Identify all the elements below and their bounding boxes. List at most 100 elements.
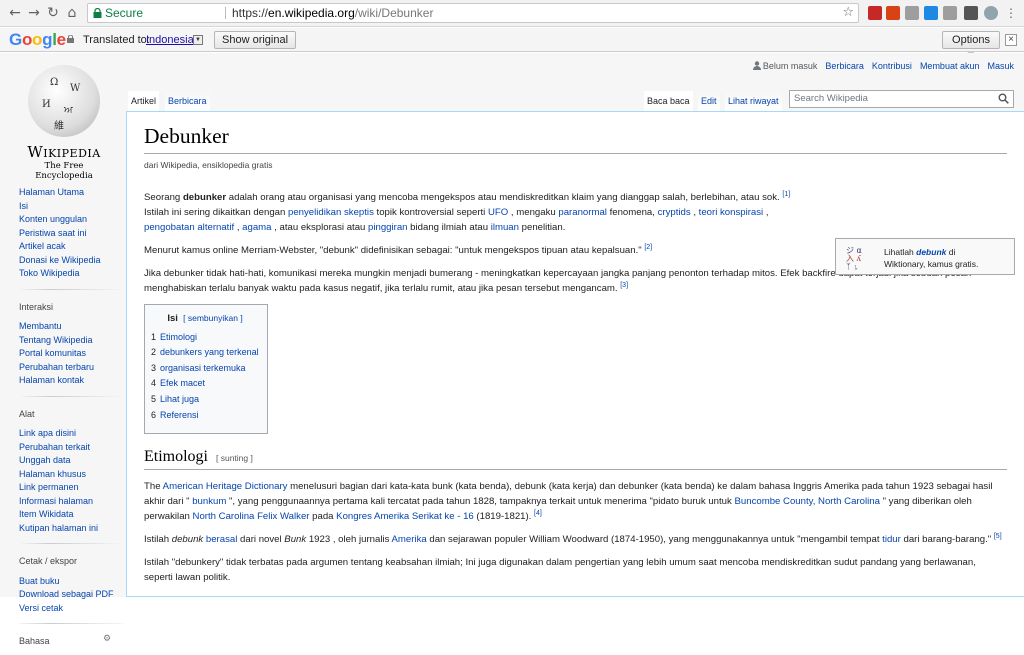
create-account-link[interactable]: Membuat akun xyxy=(920,61,980,71)
search-input[interactable]: Search Wikipedia xyxy=(789,90,1014,108)
sidebar-item-cetak-2[interactable]: Versi cetak xyxy=(19,602,123,616)
wikipedia-logo[interactable]: ΩWИਅ維 Wikipedia The Free Encyclopedia xyxy=(18,65,110,181)
tab-edit[interactable]: Edit xyxy=(698,91,720,111)
sidebar-item-interaksi-1[interactable]: Tentang Wikipedia xyxy=(19,334,123,348)
extension-icon[interactable] xyxy=(964,6,978,20)
translate-extension-icon[interactable] xyxy=(924,6,938,20)
sidebar-item-alat-4[interactable]: Link permanen xyxy=(19,481,123,495)
text: adalah orang atau organisasi yang mencob… xyxy=(226,192,783,203)
tab-read[interactable]: Baca baca xyxy=(644,91,693,111)
link-ufo[interactable]: UFO xyxy=(488,207,508,218)
link-felix-walker[interactable]: Felix Walker xyxy=(257,511,309,522)
talk-link[interactable]: Berbicara xyxy=(825,61,864,71)
extension-icon[interactable] xyxy=(984,6,998,20)
sidebar-item-alat-2[interactable]: Unggah data xyxy=(19,454,123,468)
link-cryptids[interactable]: cryptids xyxy=(658,207,691,218)
address-bar[interactable]: Secure https://en.wikipedia.org/wiki/Deb… xyxy=(87,3,859,23)
sidebar-item-cetak-0[interactable]: Buat buku xyxy=(19,575,123,589)
link-alternative-medicine[interactable]: pengobatan alternatif xyxy=(144,222,234,233)
edit-link-text[interactable]: [ sunting ] xyxy=(216,453,253,463)
link-amerika[interactable]: Amerika xyxy=(392,534,427,545)
sidebar-item-alat-0[interactable]: Link apa disini xyxy=(19,427,123,441)
show-original-button[interactable]: Show original xyxy=(214,31,297,49)
tab-history[interactable]: Lihat riwayat xyxy=(725,91,782,111)
link-paranormal[interactable]: paranormal xyxy=(558,207,607,218)
toc-link[interactable]: Referensi xyxy=(160,410,199,420)
close-icon[interactable]: × xyxy=(1005,34,1017,46)
text: , xyxy=(690,207,699,218)
toc-link[interactable]: Etimologi xyxy=(160,332,197,342)
text: Seorang xyxy=(144,192,183,203)
toc-item[interactable]: 4 Efek macet xyxy=(151,376,259,392)
link-north-carolina[interactable]: North Carolina xyxy=(193,511,255,522)
toc-item[interactable]: 3 organisasi terkemuka xyxy=(151,361,259,377)
link-fringe[interactable]: pinggiran xyxy=(368,222,407,233)
link-conspiracy[interactable]: teori konspirasi xyxy=(699,207,764,218)
wiktionary-post: di xyxy=(946,247,956,257)
back-icon[interactable]: ← xyxy=(6,4,24,22)
tab-talk[interactable]: Berbicara xyxy=(165,91,210,111)
gear-icon[interactable]: ⚙ xyxy=(103,633,111,647)
sidebar-item-main-6[interactable]: Toko Wikipedia xyxy=(19,267,123,281)
toc-link[interactable]: Efek macet xyxy=(160,378,205,388)
contributions-link[interactable]: Kontribusi xyxy=(872,61,912,71)
sidebar-item-main-0[interactable]: Halaman Utama xyxy=(19,186,123,200)
extension-icon[interactable] xyxy=(943,6,957,20)
link-bunkum[interactable]: bunkum xyxy=(192,496,226,507)
reference-link[interactable]: [1] xyxy=(782,191,790,198)
section-edit-link[interactable]: [ sunting ] xyxy=(216,453,253,463)
toc-title-text: Isi xyxy=(167,313,178,324)
sidebar-item-alat-5[interactable]: Informasi halaman xyxy=(19,495,123,509)
link-scientific[interactable]: ilmuan xyxy=(491,222,519,233)
toc-item[interactable]: 6 Referensi xyxy=(151,408,259,424)
language-select[interactable]: Indonesian xyxy=(146,34,200,46)
sidebar-item-main-2[interactable]: Konten unggulan xyxy=(19,213,123,227)
extension-icon[interactable] xyxy=(886,6,900,20)
link-ahd[interactable]: American Heritage Dictionary xyxy=(163,481,288,492)
forward-icon[interactable]: → xyxy=(25,4,43,22)
sidebar-item-alat-7[interactable]: Kutipan halaman ini xyxy=(19,522,123,536)
sidebar-item-main-5[interactable]: Donasi ke Wikipedia xyxy=(19,254,123,268)
link-buncombe[interactable]: Buncombe County, North Carolina xyxy=(735,496,880,507)
link-skeptical-inquiry[interactable]: penyelidikan skeptis xyxy=(288,207,374,218)
toc-item[interactable]: 1 Etimologi xyxy=(151,330,259,346)
sidebar-item-interaksi-2[interactable]: Portal komunitas xyxy=(19,347,123,361)
reference-link[interactable]: [4] xyxy=(534,510,542,517)
sidebar-item-main-4[interactable]: Artikel acak xyxy=(19,240,123,254)
tab-article[interactable]: Artikel xyxy=(128,91,160,111)
reference-link[interactable]: [2] xyxy=(644,244,652,251)
login-link[interactable]: Masuk xyxy=(987,61,1014,71)
link-congress[interactable]: Kongres Amerika Serikat ke - 16 xyxy=(336,511,474,522)
extension-icon[interactable] xyxy=(905,6,919,20)
sidebar-item-interaksi-4[interactable]: Halaman kontak xyxy=(19,374,123,388)
toc-link[interactable]: debunkers yang terkenal xyxy=(160,347,259,357)
options-button[interactable]: Options ▼ xyxy=(942,31,1000,62)
sidebar-item-interaksi-0[interactable]: Membantu xyxy=(19,320,123,334)
toc-item[interactable]: 2 debunkers yang terkenal xyxy=(151,345,259,361)
chevron-down-icon[interactable]: ▼ xyxy=(193,35,203,45)
search-icon[interactable] xyxy=(998,93,1009,104)
sidebar-item-alat-1[interactable]: Perubahan terkait xyxy=(19,441,123,455)
reference-link[interactable]: [5] xyxy=(994,533,1002,540)
toc-link[interactable]: Lihat juga xyxy=(160,394,199,404)
link-berasal[interactable]: berasal xyxy=(206,534,237,545)
extension-icon[interactable] xyxy=(868,6,882,20)
sidebar-item-alat-6[interactable]: Item Wikidata xyxy=(19,508,123,522)
reload-icon[interactable]: ↻ xyxy=(44,4,62,22)
reference-link[interactable]: [3] xyxy=(620,282,628,289)
menu-icon[interactable]: ⋮ xyxy=(1002,4,1020,22)
sidebar-item-main-3[interactable]: Peristiwa saat ini xyxy=(19,227,123,241)
divider xyxy=(19,288,123,290)
link-tidur[interactable]: tidur xyxy=(882,534,901,545)
wiktionary-link[interactable]: debunk xyxy=(916,247,946,257)
link-religion[interactable]: agama xyxy=(242,222,271,233)
sidebar-item-main-1[interactable]: Isi xyxy=(19,200,123,214)
sidebar-item-cetak-1[interactable]: Download sebagai PDF xyxy=(19,588,123,602)
toc-toggle[interactable]: [ sembunyikan ] xyxy=(183,313,243,323)
sidebar-item-alat-3[interactable]: Halaman khusus xyxy=(19,468,123,482)
sidebar-item-interaksi-3[interactable]: Perubahan terbaru xyxy=(19,361,123,375)
toc-item[interactable]: 5 Lihat juga xyxy=(151,392,259,408)
bookmark-star-icon[interactable]: ☆ xyxy=(842,4,854,22)
home-icon[interactable]: ⌂ xyxy=(63,4,81,22)
toc-link[interactable]: organisasi terkemuka xyxy=(160,363,246,373)
